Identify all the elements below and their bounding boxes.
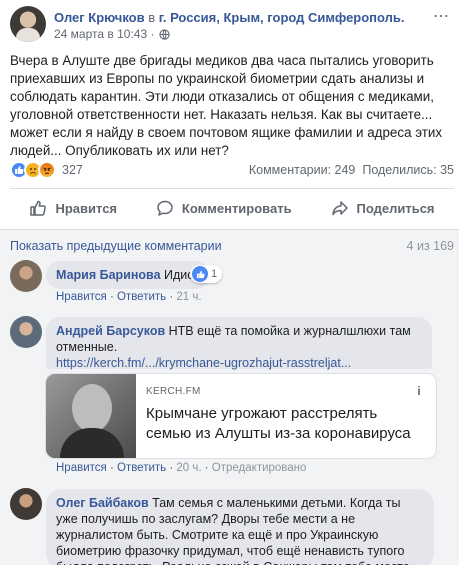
show-previous-comments-link[interactable]: Показать предыдущие комментарии bbox=[10, 239, 222, 253]
post-header: Олег Крючков в г. Россия, Крым, город Си… bbox=[10, 6, 450, 42]
comment-reply-link[interactable]: Ответить bbox=[117, 291, 166, 303]
comment-like-link[interactable]: Нравится bbox=[56, 291, 107, 303]
like-button[interactable]: Нравится bbox=[29, 199, 117, 217]
angry-reaction-icon bbox=[38, 161, 56, 179]
comment-edited-label[interactable]: Отредактировано bbox=[212, 462, 307, 474]
action-bar: Нравится Комментировать Поделиться bbox=[10, 193, 454, 223]
globe-icon bbox=[159, 28, 171, 40]
link-preview-domain: KERCH.FM bbox=[146, 386, 201, 397]
like-label: Нравится bbox=[55, 200, 118, 216]
commenter-avatar[interactable] bbox=[10, 316, 42, 348]
comment-reaction-badge[interactable]: 1 bbox=[190, 265, 223, 283]
reactions-row: 327 Комментарии: 249 Поделились: 35 bbox=[10, 160, 454, 180]
thumbs-up-icon bbox=[30, 200, 47, 216]
location-link[interactable]: г. Россия, Крым, город Симферополь. bbox=[159, 10, 405, 25]
comment-author-link[interactable]: Олег Байбаков bbox=[56, 496, 149, 510]
comment-reaction-count: 1 bbox=[211, 268, 218, 280]
comment-author-link[interactable]: Андрей Барсуков bbox=[56, 324, 165, 338]
comment-label: Комментировать bbox=[181, 200, 292, 216]
more-options-icon[interactable]: ⋯ bbox=[433, 6, 450, 26]
post-text: Вчера в Алуште две бригады медиков два ч… bbox=[10, 53, 443, 158]
post-timestamp[interactable]: 24 марта в 10:43 · bbox=[54, 27, 154, 41]
comment-bubble: Мария Баринова Идиот bbox=[46, 261, 210, 289]
comment-bubble: Андрей Барсуков НТВ ещё та помойка и жур… bbox=[46, 317, 432, 370]
comments-counter: 4 из 169 bbox=[406, 239, 454, 253]
comment-like-link[interactable]: Нравится bbox=[56, 462, 107, 474]
link-preview-card[interactable]: KERCH.FM Крымчане угрожают расстрелять с… bbox=[45, 373, 437, 459]
comment-button[interactable]: Комментировать bbox=[156, 199, 292, 217]
divider bbox=[10, 188, 454, 189]
post-stats: Комментарии: 249 Поделились: 35 bbox=[249, 163, 454, 177]
comment-url-link[interactable]: https://kerch.fm/.../krymchane-ugrozhaju… bbox=[56, 356, 351, 370]
info-icon[interactable]: i bbox=[410, 382, 428, 400]
author-avatar[interactable] bbox=[10, 6, 46, 42]
comment-icon bbox=[157, 200, 173, 216]
comment-reply-link[interactable]: Ответить bbox=[117, 462, 166, 474]
share-arrow-icon bbox=[331, 201, 348, 216]
shares-count-link[interactable]: Поделились: 35 bbox=[362, 163, 454, 177]
share-label: Поделиться bbox=[356, 200, 435, 216]
comment-time[interactable]: 20 ч. bbox=[176, 462, 201, 474]
location-prefix: в bbox=[148, 10, 156, 25]
comment-time[interactable]: 21 ч. bbox=[176, 291, 201, 303]
commenter-avatar[interactable] bbox=[10, 488, 42, 520]
comment-author-link[interactable]: Мария Баринова bbox=[56, 268, 161, 282]
comments-header: Показать предыдущие комментарии 4 из 169 bbox=[10, 239, 454, 253]
post-meta: 24 марта в 10:43 · bbox=[54, 27, 171, 41]
reaction-count[interactable]: 327 bbox=[62, 163, 83, 177]
comment-actions: Нравится · Ответить · 21 ч. bbox=[56, 291, 202, 303]
share-button[interactable]: Поделиться bbox=[331, 199, 435, 217]
comment-bubble: Олег Байбаков Там семья с маленькими дет… bbox=[46, 489, 434, 565]
link-preview-title: Крымчане угрожают расстрелять семью из А… bbox=[146, 405, 411, 442]
author-line: Олег Крючков в г. Россия, Крым, город Си… bbox=[54, 10, 405, 25]
comments-count-link[interactable]: Комментарии: 249 bbox=[249, 163, 356, 177]
author-name-link[interactable]: Олег Крючков bbox=[54, 10, 145, 25]
comment-actions: Нравится · Ответить · 20 ч. · Отредактир… bbox=[56, 462, 307, 474]
comments-section: Показать предыдущие комментарии 4 из 169… bbox=[0, 230, 459, 565]
like-reaction-icon bbox=[192, 266, 208, 282]
reaction-icons[interactable] bbox=[10, 161, 56, 179]
link-preview-image bbox=[46, 374, 136, 458]
commenter-avatar[interactable] bbox=[10, 260, 42, 292]
